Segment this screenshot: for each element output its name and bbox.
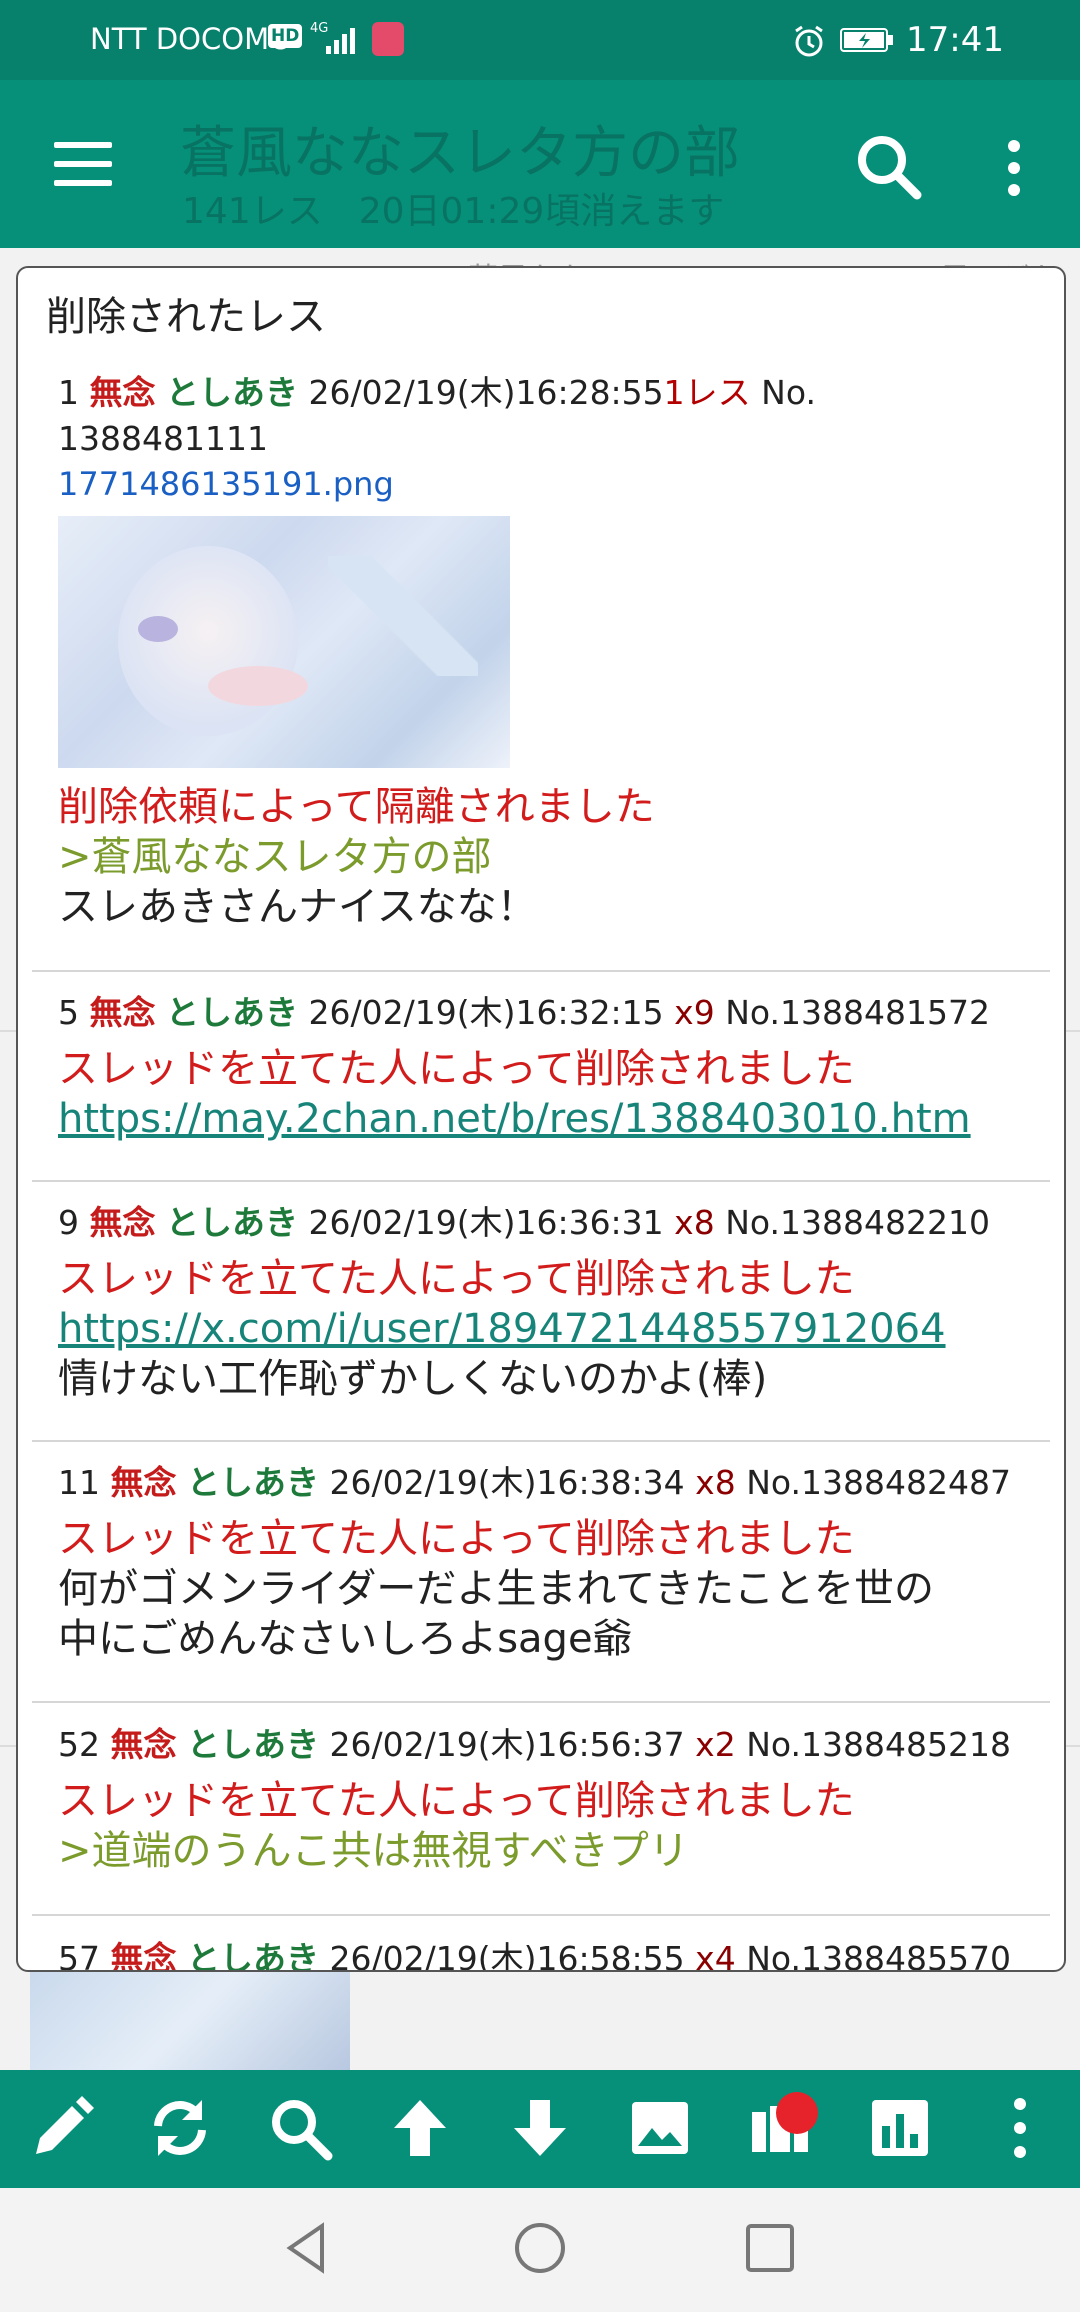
pencil-icon[interactable] [26, 2092, 98, 2164]
post-header: 5 無念 としあき 26/02/19(木)16:32:15 x9 No.1388… [58, 990, 1024, 1036]
list-item[interactable]: 1 無念 としあき 26/02/19(木)16:28:551レス No. 138… [32, 370, 1050, 932]
post-header: 11 無念 としあき 26/02/19(木)16:38:34 x8 No.138… [58, 1460, 1024, 1506]
image-icon[interactable] [624, 2092, 696, 2164]
post-number: 11 [58, 1463, 100, 1502]
list-item[interactable]: 11 無念 としあき 26/02/19(木)16:38:34 x8 No.138… [32, 1460, 1050, 1664]
post-link[interactable]: https://may.2chan.net/b/res/1388403010.h… [58, 1094, 1024, 1144]
shopping-bag-icon [372, 22, 404, 56]
post-name: 無念 [110, 1939, 177, 1972]
post-name: 無念 [89, 993, 156, 1032]
soudane-count: x2 [695, 1725, 736, 1764]
home-icon[interactable] [510, 2218, 570, 2278]
list-item[interactable]: 5 無念 としあき 26/02/19(木)16:32:15 x9 No.1388… [32, 990, 1050, 1144]
thread-title: 蒼風ななスレタ方の部 [180, 121, 740, 186]
list-item[interactable]: 52 無念 としあき 26/02/19(木)16:56:37 x2 No.138… [32, 1722, 1050, 1876]
post-number: 5 [58, 993, 79, 1032]
deleted-notice: スレッドを立てた人によって削除されました [58, 1778, 855, 1824]
divider [32, 1180, 1050, 1182]
arrow-down-icon[interactable] [504, 2092, 576, 2164]
post-id: No.1388485218 [746, 1725, 1011, 1764]
alarm-icon [795, 25, 823, 57]
quote-text: >蒼風ななスレタ方の部 [58, 834, 492, 880]
battery-icon [840, 28, 893, 52]
divider [32, 1914, 1050, 1916]
notification-badge [776, 2092, 818, 2134]
post-header: 9 無念 としあき 26/02/19(木)16:36:31 x8 No.1388… [58, 1200, 1024, 1246]
post-name: 無念 [89, 1203, 156, 1242]
post-user: としあき [166, 1203, 298, 1242]
post-user: としあき [166, 373, 298, 412]
clock: 17:41 [906, 20, 1004, 60]
divider [32, 1701, 1050, 1703]
soudane-count: x8 [695, 1463, 736, 1502]
search-icon[interactable] [264, 2092, 336, 2164]
refresh-icon[interactable] [144, 2092, 216, 2164]
post-id: No.1388482210 [725, 1203, 990, 1242]
post-date: 26/02/19(木)16:58:55 [329, 1939, 685, 1972]
post-number: 1 [58, 373, 79, 412]
arrow-up-icon[interactable] [384, 2092, 456, 2164]
post-text: スレあきさんナイスなな！ [58, 884, 537, 930]
deleted-notice: スレッドを立てた人によって削除されました [58, 1256, 855, 1302]
post-id: No.1388482487 [746, 1463, 1011, 1502]
post-text: 何がゴメンライダーだよ生まれてきたことを世の [58, 1566, 934, 1612]
deleted-notice: スレッドを立てた人によって削除されました [58, 1046, 855, 1092]
more-vert-icon[interactable] [984, 2092, 1056, 2164]
post-text: 中にごめんなさいしろよsage爺 [58, 1616, 633, 1662]
list-item[interactable]: 57 無念 としあき 26/02/19(木)16:58:55 x4 No.138… [32, 1936, 1050, 1972]
post-header: 57 無念 としあき 26/02/19(木)16:58:55 x4 No.138… [58, 1936, 1024, 1972]
dialog-title: 削除されたレス [46, 294, 326, 340]
soudane-count: x8 [674, 1203, 715, 1242]
quote-text: >道端のうんこ共は無視すべきプリ [58, 1828, 689, 1874]
divider [32, 970, 1050, 972]
search-icon[interactable] [852, 130, 924, 202]
post-name: 無念 [110, 1463, 177, 1502]
more-vert-icon[interactable] [1000, 138, 1028, 198]
soudane-count: x4 [695, 1939, 736, 1972]
deleted-notice: 削除依頼によって隔離されました [58, 784, 655, 830]
menu-button[interactable] [54, 142, 112, 186]
hd-badge: HD [268, 24, 303, 48]
post-number: 9 [58, 1203, 79, 1242]
back-icon[interactable] [278, 2218, 338, 2278]
post-date: 26/02/19(木)16:36:31 [308, 1203, 664, 1242]
thread-info: 141レス 20日01:29頃消えます [182, 191, 725, 232]
status-bar: NTT DOCOMO HD 4G 17:41 [0, 0, 1080, 80]
post-image[interactable] [58, 516, 510, 768]
divider [32, 1440, 1050, 1442]
carrier-label: NTT DOCOMO [90, 22, 292, 56]
post-text: 情けない工作恥ずかしくないのかよ(棒) [58, 1356, 768, 1402]
signal-icon [326, 28, 355, 54]
post-link[interactable]: https://x.com/i/user/1894721448557912064 [58, 1304, 1024, 1354]
post-header: 52 無念 としあき 26/02/19(木)16:56:37 x2 No.138… [58, 1722, 1024, 1768]
post-user: としあき [166, 993, 298, 1032]
post-user: としあき [187, 1463, 319, 1502]
soudane-count: x9 [674, 993, 715, 1032]
post-id: No.1388481572 [725, 993, 990, 1032]
file-link[interactable]: 1771486135191.png [58, 462, 1024, 506]
post-id: No.1388485570 [746, 1939, 1011, 1972]
reply-count[interactable]: 1レス [664, 373, 751, 412]
post-user: としあき [187, 1939, 319, 1972]
background-thumbnail[interactable] [30, 1968, 350, 2070]
recents-icon[interactable] [740, 2218, 800, 2278]
post-number: 52 [58, 1725, 100, 1764]
post-date: 26/02/19(木)16:38:34 [329, 1463, 685, 1502]
post-name: 無念 [89, 373, 156, 412]
post-header: 1 無念 としあき 26/02/19(木)16:28:551レス No. 138… [58, 370, 1024, 462]
deleted-notice: スレッドを立てた人によって削除されました [58, 1516, 855, 1562]
list-item[interactable]: 9 無念 としあき 26/02/19(木)16:36:31 x8 No.1388… [32, 1200, 1050, 1404]
post-date: 26/02/19(木)16:56:37 [329, 1725, 685, 1764]
post-number: 57 [58, 1939, 100, 1972]
post-date: 26/02/19(木)16:28:55 [308, 373, 664, 412]
chart-icon[interactable] [864, 2092, 936, 2164]
post-date: 26/02/19(木)16:32:15 [308, 993, 664, 1032]
deleted-posts-dialog: 削除されたレス 1 無念 としあき 26/02/19(木)16:28:551レス… [16, 266, 1066, 1972]
post-user: としあき [187, 1725, 319, 1764]
post-name: 無念 [110, 1725, 177, 1764]
